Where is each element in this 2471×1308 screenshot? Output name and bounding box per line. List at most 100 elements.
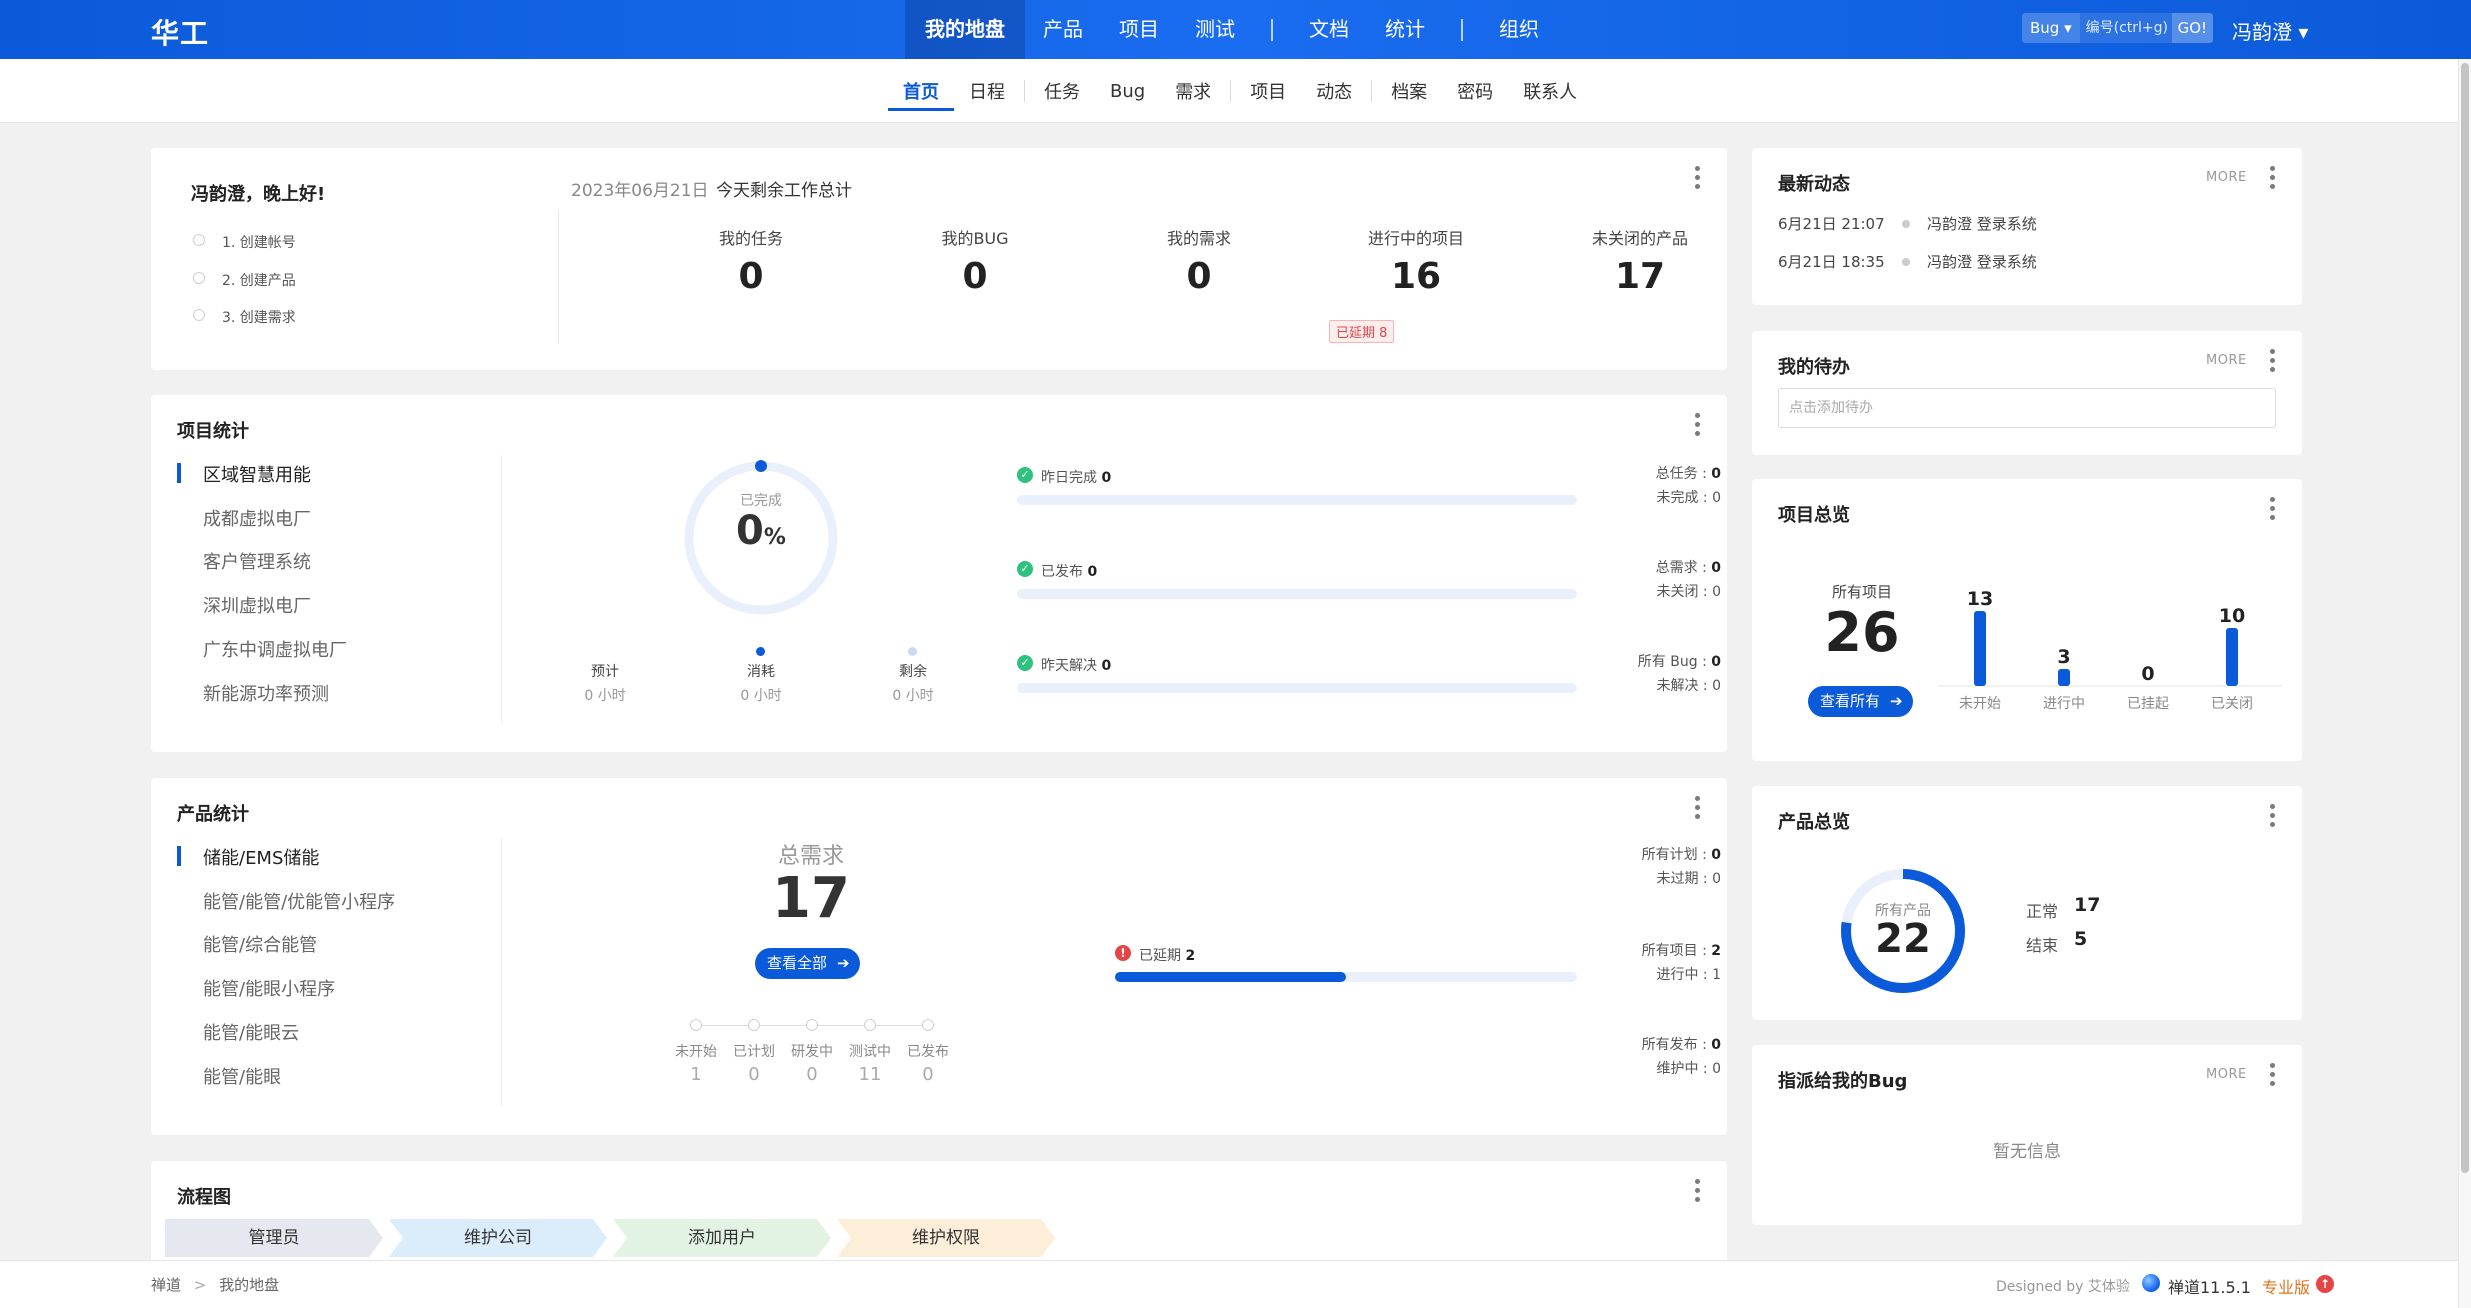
nav-product[interactable]: 产品 xyxy=(1025,0,1101,59)
footer: 禅道 > 我的地盘 Designed by 艾体验 禅道11.5.1 专业版 ↑ xyxy=(0,1260,2458,1308)
subnav-task[interactable]: 任务 xyxy=(1029,78,1095,104)
nav-company[interactable]: 组织 xyxy=(1481,0,1557,59)
all-products-value: 22 xyxy=(1875,916,1931,962)
scrollbar-thumb[interactable] xyxy=(2461,63,2469,1173)
view-all-stories-button[interactable]: 查看全部 ➔ xyxy=(755,948,860,979)
ended-label: 结束 xyxy=(2026,936,2059,955)
globe-icon xyxy=(2142,1274,2160,1292)
vertical-divider xyxy=(501,455,502,723)
product-item[interactable]: 能管/能眼 xyxy=(203,1063,281,1089)
product-stats-card: 产品统计 储能/EMS储能 能管/能管/优能管小程序 能管/综合能管 能管/能眼… xyxy=(151,778,1727,1135)
progress-unit: % xyxy=(763,525,786,550)
product-overview-card: 产品总览 所有产品 22 正常 17 结束 5 xyxy=(1752,786,2302,1020)
nav-report[interactable]: 统计 xyxy=(1367,0,1443,59)
stat-my-stories-label: 我的需求 xyxy=(1166,229,1231,248)
bar-value-label: 3 xyxy=(2057,646,2070,668)
breadcrumb-home[interactable]: 禅道 xyxy=(151,1276,181,1294)
step-create-account[interactable]: 1. 创建帐号 xyxy=(222,232,296,252)
version-link[interactable]: 禅道11.5.1 xyxy=(2168,1274,2251,1298)
card-menu-icon[interactable] xyxy=(1695,1179,1701,1203)
view-all-projects-button[interactable]: 查看所有 ➔ xyxy=(1808,686,1913,717)
dynamic-text[interactable]: 冯韵澄 登录系统 xyxy=(1927,251,2037,272)
step-dot xyxy=(193,234,205,246)
flow-step-add-user[interactable]: 添加用户 xyxy=(613,1219,831,1257)
nav-test[interactable]: 测试 xyxy=(1177,0,1253,59)
project-item[interactable]: 客户管理系统 xyxy=(203,548,311,574)
card-menu-icon[interactable] xyxy=(2270,1063,2276,1087)
row-r1: 总需求 : 0 xyxy=(1655,560,1721,576)
upgrade-icon[interactable]: ↑ xyxy=(2316,1275,2334,1293)
subnav-calendar[interactable]: 日程 xyxy=(954,78,1020,104)
project-item[interactable]: 深圳虚拟电厂 xyxy=(203,592,311,618)
nav-doc[interactable]: 文档 xyxy=(1291,0,1367,59)
consumed-dot xyxy=(756,647,765,656)
card-menu-icon[interactable] xyxy=(2270,166,2276,190)
step-create-story[interactable]: 3. 创建需求 xyxy=(222,307,296,327)
nav-project[interactable]: 项目 xyxy=(1101,0,1177,59)
sub-nav: 首页 日程 任务 Bug 需求 项目 动态 档案 密码 联系人 xyxy=(0,59,2458,123)
stat-my-stories-value[interactable]: 0 xyxy=(1139,256,1259,297)
product-item[interactable]: 能管/能管/优能管小程序 xyxy=(203,888,395,914)
flow-step-admin[interactable]: 管理员 xyxy=(165,1219,383,1257)
delayed-badge[interactable]: 已延期 8 xyxy=(1329,320,1395,343)
subnav-home[interactable]: 首页 xyxy=(888,78,954,111)
subnav-profile[interactable]: 档案 xyxy=(1376,78,1442,104)
step-create-product[interactable]: 2. 创建产品 xyxy=(222,270,296,290)
card-menu-icon[interactable] xyxy=(1695,796,1701,820)
designed-by[interactable]: Designed by 艾体验 xyxy=(1996,1276,2130,1296)
search-input[interactable]: 编号(ctrl+g) xyxy=(2079,13,2172,43)
progress-value-wrap: 0% xyxy=(681,508,841,554)
check-icon: ✓ xyxy=(1017,467,1033,483)
timeline-dot xyxy=(1902,258,1910,266)
row-r1: 所有 Bug : 0 xyxy=(1637,654,1721,670)
subnav-divider xyxy=(1230,80,1232,102)
page-scrollbar[interactable] xyxy=(2458,59,2471,1308)
stat-my-bugs-value[interactable]: 0 xyxy=(915,256,1035,297)
edition-link[interactable]: 专业版 xyxy=(2262,1274,2310,1298)
stage-value: 1 xyxy=(690,1064,702,1085)
user-menu[interactable]: 冯韵澄 ▾ xyxy=(2232,16,2308,45)
search-go-button[interactable]: GO! xyxy=(2171,13,2214,43)
hours-consumed-label: 消耗 xyxy=(747,664,775,680)
product-item[interactable]: 储能/EMS储能 xyxy=(203,844,319,870)
stat-my-tasks-value[interactable]: 0 xyxy=(691,256,811,297)
card-menu-icon[interactable] xyxy=(1695,413,1701,437)
more-link[interactable]: MORE xyxy=(2206,353,2247,368)
subnav-bug[interactable]: Bug xyxy=(1095,81,1160,102)
todo-input[interactable]: 点击添加待办 xyxy=(1778,388,2276,428)
card-menu-icon[interactable] xyxy=(2270,804,2276,828)
dynamic-text[interactable]: 冯韵澄 登录系统 xyxy=(1927,213,2037,234)
project-item[interactable]: 区域智慧用能 xyxy=(203,461,311,487)
remaining-dot xyxy=(908,647,917,656)
search-type-dropdown[interactable]: Bug ▾ xyxy=(2022,13,2080,43)
more-link[interactable]: MORE xyxy=(2206,170,2247,185)
brand-logo[interactable]: 华工 xyxy=(151,12,209,52)
breadcrumb-current[interactable]: 我的地盘 xyxy=(219,1276,279,1294)
nav-my[interactable]: 我的地盘 xyxy=(905,0,1025,59)
subnav-story[interactable]: 需求 xyxy=(1160,78,1226,104)
project-item[interactable]: 广东中调虚拟电厂 xyxy=(203,636,347,662)
stat-open-products-value[interactable]: 17 xyxy=(1575,256,1705,297)
stage-label: 未开始 xyxy=(675,1044,717,1060)
arrow-right-icon: ➔ xyxy=(837,954,850,972)
product-item[interactable]: 能管/综合能管 xyxy=(203,931,317,957)
bar-value-label: 10 xyxy=(2219,605,2245,627)
subnav-dynamic[interactable]: 动态 xyxy=(1301,78,1367,104)
flow-step-company[interactable]: 维护公司 xyxy=(389,1219,607,1257)
product-item[interactable]: 能管/能眼云 xyxy=(203,1019,299,1045)
project-status-chart: 13 未开始 3 进行中 0 已挂起 10 已关闭 xyxy=(1938,588,2282,712)
card-menu-icon[interactable] xyxy=(2270,497,2276,521)
product-item[interactable]: 能管/能眼小程序 xyxy=(203,975,335,1001)
card-menu-icon[interactable] xyxy=(2270,349,2276,373)
subnav-contacts[interactable]: 联系人 xyxy=(1508,78,1592,104)
summary-title: 今天剩余工作总计 xyxy=(716,181,852,201)
subnav-password[interactable]: 密码 xyxy=(1442,78,1508,104)
more-link[interactable]: MORE xyxy=(2206,1067,2247,1082)
assigned-bugs-card: 指派给我的Bug MORE 暂无信息 xyxy=(1752,1045,2302,1225)
stat-doing-projects-value[interactable]: 16 xyxy=(1351,256,1481,297)
subnav-project[interactable]: 项目 xyxy=(1235,78,1301,104)
project-item[interactable]: 新能源功率预测 xyxy=(203,680,329,706)
project-item[interactable]: 成都虚拟电厂 xyxy=(203,505,311,531)
flow-step-permission[interactable]: 维护权限 xyxy=(837,1219,1055,1257)
card-menu-icon[interactable] xyxy=(1695,166,1701,190)
